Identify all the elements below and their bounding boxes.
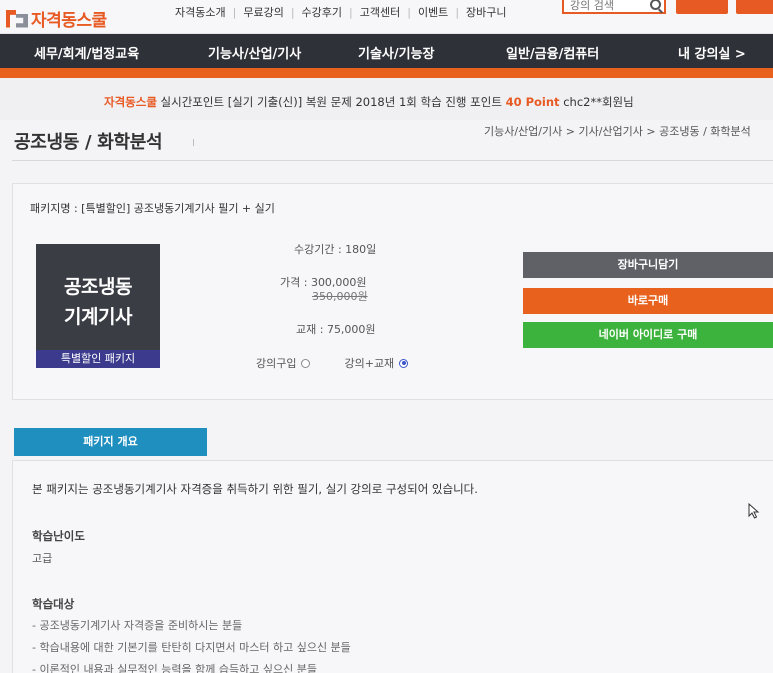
package-name: 패키지명 : [특별할인] 공조냉동기계기사 필기 + 실기 [30,202,275,215]
search-icon[interactable] [650,0,661,10]
breadcrumb[interactable]: 기능사/산업/기사 > 기사/산업기사 > 공조냉동 / 화학분석 [484,123,751,139]
main-nav: 세무/회계/법정교육 기능사/산업/기사 기술사/기능장 일반/금융/컴퓨터 내… [0,34,773,68]
ticker-user: chc2**회원님 [559,95,634,109]
option-lecture-textbook-label: 강의+교재 [344,357,395,370]
nav-craftsman-engineer[interactable]: 기능사/산업/기사 [208,43,301,62]
target-item: - 학습내용에 대한 기본기를 탄탄히 다지면서 마스터 하고 싶으신 분들 [32,641,351,654]
buy-now-button[interactable]: 바로구매 [523,288,773,314]
tab-package-overview[interactable]: 패키지 개요 [14,428,207,456]
nav-professional-engineer[interactable]: 기술사/기능장 [358,43,435,62]
option-lecture-textbook-radio[interactable] [399,358,409,368]
thumbnail-title-line2: 기계기사 [64,306,132,328]
ticker-message: 자격동스쿨 실시간포인트 [실기 기출(신)] 복원 문제 2018년 1회 학… [104,94,634,110]
nav-general-finance-computer[interactable]: 일반/금융/컴퓨터 [506,43,599,62]
option-lecture-label: 강의구입 [256,357,297,370]
original-price: 350,000원 [312,290,368,303]
link-reviews[interactable]: 수강후기 [295,4,349,20]
utility-nav: 자격동소개 | 무료강의 | 수강후기 | 고객센터 | 이벤트 | 장바구니 [168,4,514,20]
ticker-text: 실시간포인트 [실기 기출(신)] 복원 문제 2018년 1회 학습 진행 포… [156,95,506,109]
ticker-point: 40 Point [505,95,560,109]
link-customer-center[interactable]: 고객센터 [353,4,407,20]
header-divider [12,160,773,161]
nav-tax-accounting[interactable]: 세무/회계/법정교육 [34,43,139,62]
point-ticker: 자격동스쿨 실시간포인트 [실기 기출(신)] 복원 문제 2018년 1회 학… [0,78,773,120]
logo-icon [6,9,28,28]
mouse-pointer-icon [748,503,760,519]
link-cart[interactable]: 장바구니 [459,4,513,20]
site-logo[interactable]: 자격동스쿨 [6,6,107,31]
top-bar: 자격동스쿨 자격동소개 | 무료강의 | 수강후기 | 고객센터 | 이벤트 |… [0,0,773,34]
search-input[interactable] [564,0,648,13]
page-title: 공조냉동 / 화학분석 [14,132,163,153]
link-about[interactable]: 자격동소개 [168,4,233,20]
add-to-cart-button[interactable]: 장바구니담기 [523,252,773,278]
purchase-options: 강의구입 강의+교재 [256,355,409,371]
nav-my-classroom[interactable]: 내 강의실 > [678,43,746,62]
textbook-price: 교재 : 75,000원 [296,323,376,336]
login-button[interactable] [676,0,728,14]
difficulty-value: 고급 [32,552,53,565]
ticker-brand: 자격동스쿨 [104,95,157,109]
target-item: - 이론적인 내용과 실무적인 능력을 함께 습득하고 싶으신 분들 [32,663,317,673]
target-item: - 공조냉동기계기사 자격증을 준비하시는 분들 [32,619,243,632]
target-heading: 학습대상 [32,597,75,611]
link-free-lectures[interactable]: 무료강의 [236,4,290,20]
logo-text: 자격동스쿨 [31,11,107,31]
join-button[interactable] [736,0,773,14]
difficulty-heading: 학습난이도 [32,529,85,543]
thumbnail-badge: 특별할인 패키지 [36,350,160,368]
nav-accent-bar [0,68,773,78]
overview-description: 본 패키지는 공조냉동기계기사 자격증을 취득하기 위한 필기, 실기 강의로 … [32,482,478,496]
search-box [562,0,666,14]
naver-buy-button[interactable]: 네이버 아이디로 구매 [523,322,773,348]
thumbnail-title-line1: 공조냉동 [64,276,132,298]
option-lecture-radio[interactable] [301,358,311,368]
title-separator: I [192,138,195,149]
link-events[interactable]: 이벤트 [411,4,455,20]
study-period: 수강기간 : 180일 [294,243,377,256]
package-thumbnail: 공조냉동 기계기사 특별할인 패키지 [36,244,160,368]
